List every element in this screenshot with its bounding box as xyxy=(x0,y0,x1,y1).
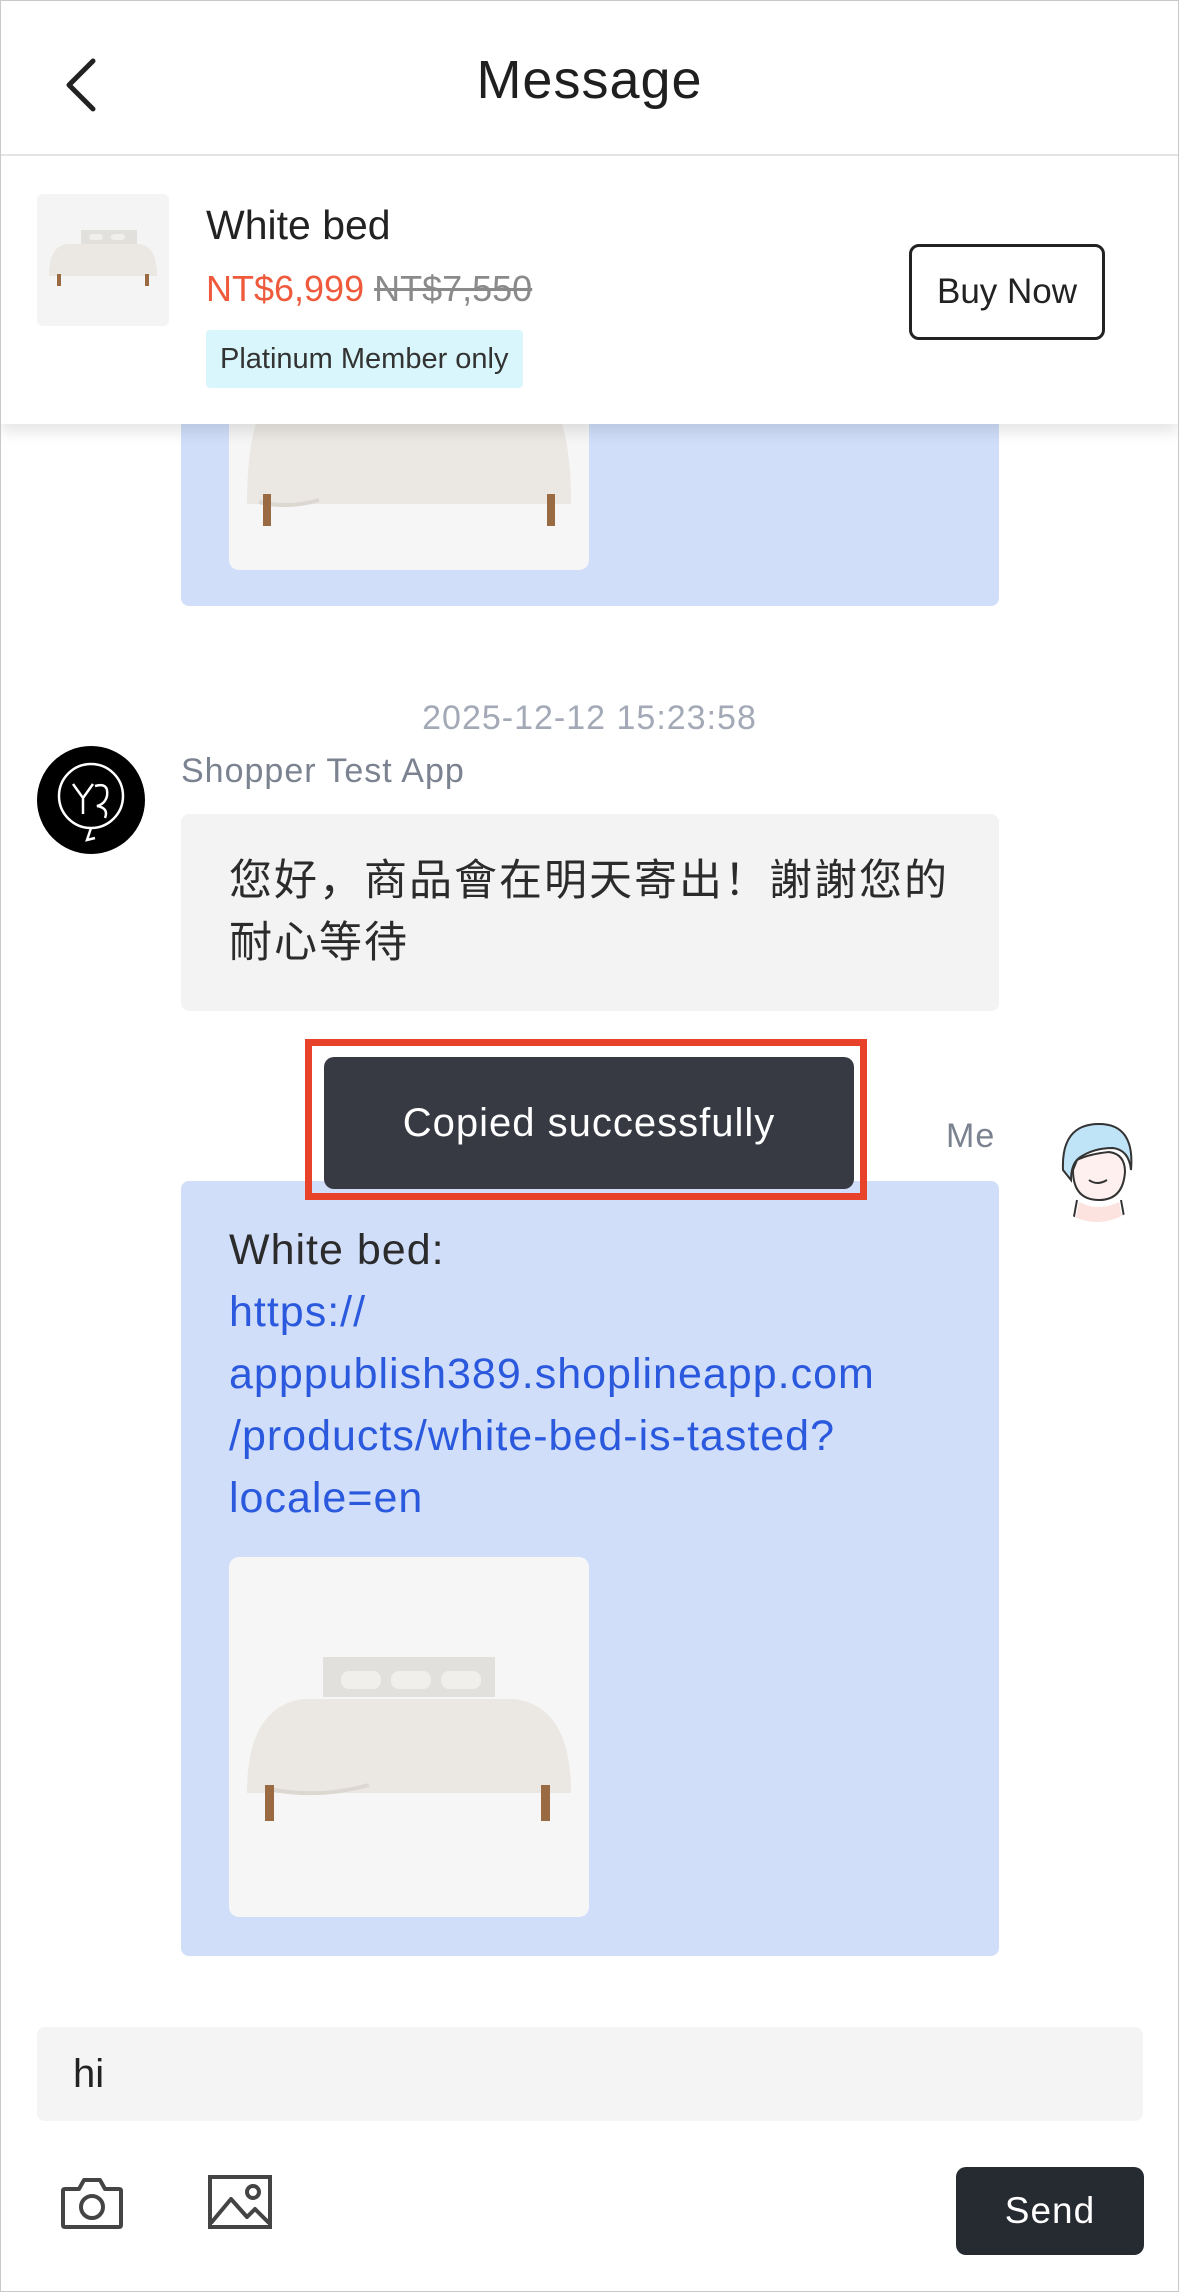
product-image-card[interactable] xyxy=(229,1557,589,1917)
camera-button[interactable] xyxy=(57,2167,127,2237)
link-line: /products/white-bed-is-tasted? xyxy=(229,1412,836,1460)
chat-area[interactable]: 2025-12-12 15:23:58 Shopper Test App 您好，… xyxy=(1,424,1178,1989)
message-text-shop: 您好，商品會在明天寄出！謝謝您的耐心等待 xyxy=(229,857,949,967)
original-price: NT$7,550 xyxy=(374,268,533,309)
gallery-button[interactable] xyxy=(205,2167,275,2237)
top-bar: Message xyxy=(1,1,1178,156)
message-timestamp: 2025-12-12 15:23:58 xyxy=(422,699,757,737)
member-badge: Platinum Member only xyxy=(206,330,523,388)
copied-toast: Copied successfully xyxy=(324,1057,854,1189)
message-bubble-previous[interactable] xyxy=(181,424,999,606)
product-thumbnail[interactable] xyxy=(37,194,169,326)
message-text-me: White bed: https:// apppublish389.shopli… xyxy=(229,1219,969,1529)
shop-logo-icon xyxy=(57,762,125,842)
product-card: White bed NT$6,999 NT$7,550 Platinum Memb… xyxy=(1,156,1178,424)
product-name: White bed xyxy=(206,202,391,248)
user-avatar-icon xyxy=(1061,1122,1133,1222)
image-icon xyxy=(208,2175,272,2229)
sale-price: NT$6,999 xyxy=(206,268,365,309)
sender-name-shop: Shopper Test App xyxy=(181,752,465,790)
link-line: https:// xyxy=(229,1288,367,1336)
buy-now-button[interactable]: Buy Now xyxy=(909,244,1105,340)
message-bubble-me[interactable]: White bed: https:// apppublish389.shopli… xyxy=(181,1181,999,1956)
sender-name-me: Me xyxy=(946,1117,996,1155)
product-link[interactable]: https:// apppublish389.shoplineapp.com /… xyxy=(229,1281,969,1529)
shop-avatar[interactable] xyxy=(37,746,145,854)
page-title: Message xyxy=(476,50,703,110)
bed-image xyxy=(247,1657,571,1821)
price-row: NT$6,999 NT$7,550 xyxy=(206,268,532,310)
link-line: apppublish389.shoplineapp.com xyxy=(229,1350,875,1398)
message-prefix: White bed: xyxy=(229,1226,445,1274)
my-avatar[interactable] xyxy=(1043,1114,1151,1222)
bed-image xyxy=(49,230,157,286)
bed-image xyxy=(247,424,571,526)
send-button[interactable]: Send xyxy=(956,2167,1144,2255)
message-composer: hi Send xyxy=(1,1989,1178,2291)
link-line: locale=en xyxy=(229,1474,424,1522)
product-image-card[interactable] xyxy=(229,424,589,570)
message-bubble-shop[interactable]: 您好，商品會在明天寄出！謝謝您的耐心等待 xyxy=(181,814,999,1011)
app-screen: Message White bed NT$6,999 NT$7,550 Plati… xyxy=(0,0,1179,2292)
message-input[interactable]: hi xyxy=(37,2027,1143,2121)
camera-icon xyxy=(61,2178,123,2229)
